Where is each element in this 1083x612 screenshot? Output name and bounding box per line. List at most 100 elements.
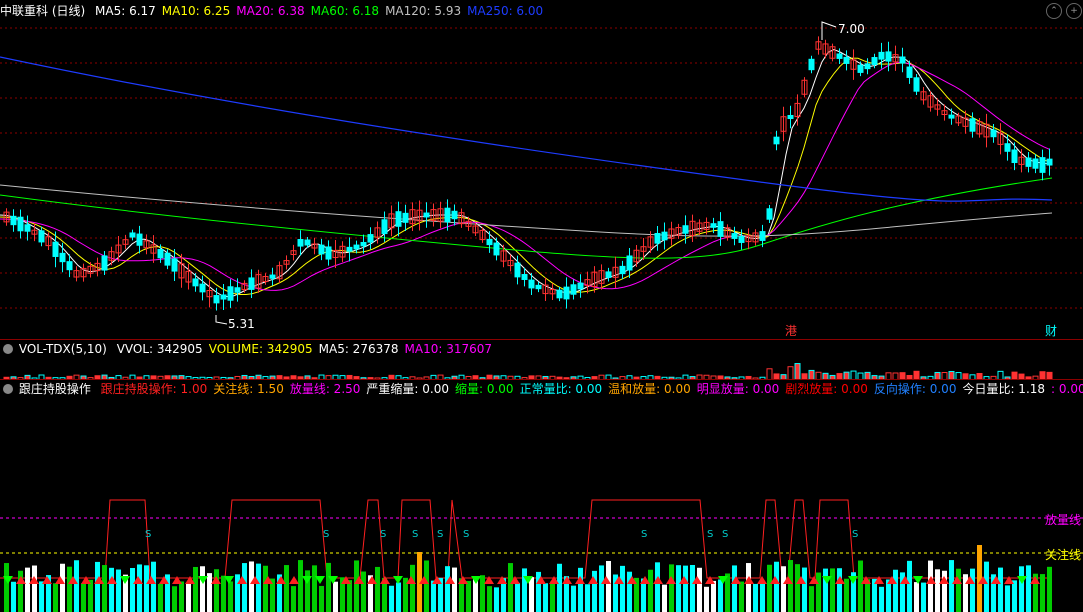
indicator-legend-item: 放量线: 2.50 — [289, 382, 361, 396]
indicator-bar — [200, 566, 205, 612]
candle-body — [360, 241, 367, 247]
candle-body — [66, 261, 73, 271]
indicator-bar — [1005, 585, 1010, 612]
indicator-bar — [116, 569, 121, 612]
indicator-bar — [109, 567, 114, 612]
indicator-bar — [494, 587, 499, 612]
candle-body — [381, 219, 388, 235]
indicator-legend-item: 关注线: 1.50 — [213, 382, 284, 396]
volume-legend-item: MA5: 276378 — [318, 342, 399, 356]
indicator-bar — [25, 567, 30, 612]
buy-arrow-icon — [575, 576, 585, 584]
candle-body — [52, 241, 59, 257]
indicator-bar — [557, 563, 562, 612]
indicator-bar — [529, 577, 534, 612]
price-chart-panel[interactable]: 7.00 5.31 港 财 中联重科 (日线) MA5: 6.17 MA10: 6.25… — [0, 0, 1083, 338]
candle-body — [857, 64, 864, 73]
high-price-label: 7.00 — [838, 22, 865, 36]
indicator-bar — [375, 566, 380, 612]
candle-body — [227, 286, 234, 301]
indicator-bar — [466, 580, 471, 612]
candle-body — [171, 258, 178, 272]
expand-icon[interactable]: + — [1066, 3, 1082, 19]
candle-body — [535, 284, 542, 290]
candle-body — [451, 210, 458, 220]
candle-body — [395, 211, 402, 227]
s-marker: S — [707, 529, 713, 540]
candle-body — [605, 271, 612, 278]
indicator-bar — [263, 565, 268, 612]
buy-arrow-icon — [744, 576, 754, 584]
candle-body — [157, 249, 164, 259]
indicator-legend-item: 明显放量: 0.00 — [696, 382, 780, 396]
buy-arrow-icon — [172, 576, 182, 584]
candle-body — [353, 244, 360, 250]
candle-body — [738, 236, 745, 243]
candle-body — [878, 51, 885, 60]
candle-body — [444, 207, 451, 223]
indicator-bar — [956, 568, 961, 612]
sell-arrow-icon — [120, 576, 130, 584]
volume-legend-item: VOLUME: 342905 — [208, 342, 313, 356]
indicator-bar — [487, 586, 492, 612]
s-marker: S — [380, 529, 386, 540]
indicator-menu-icon[interactable] — [3, 344, 13, 354]
indicator-bar — [669, 564, 674, 612]
indicator-bar — [802, 567, 807, 612]
s-marker: S — [722, 529, 728, 540]
candle-body — [493, 242, 500, 256]
indicator-bar — [935, 569, 940, 612]
indicator-bar — [879, 586, 884, 612]
indicator-bar — [599, 565, 604, 612]
indicator-bar — [655, 562, 660, 612]
sell-arrow-icon — [198, 576, 208, 584]
ma-legend: MA5: 6.17 MA10: 6.25 MA20: 6.38 MA60: 6.18 M… — [95, 4, 549, 18]
candle-body — [521, 274, 528, 280]
candle-body — [129, 232, 136, 238]
candlestick-chart[interactable]: 7.00 5.31 港 财 — [0, 0, 1083, 338]
indicator-chart[interactable]: SSSSSSSSSS — [0, 380, 1083, 612]
indicator-bar — [683, 565, 688, 612]
ma-legend-item: MA120: 5.93 — [385, 4, 462, 18]
indicator-panel[interactable]: SSSSSSSSSS 跟庄持股操作 跟庄持股操作: 1.00 关注线: 1.50 放… — [0, 380, 1083, 612]
indicator-bar — [543, 583, 548, 612]
high-marker — [821, 21, 837, 40]
candle-body — [1004, 143, 1011, 152]
volume-panel[interactable]: VOL-TDX(5,10) VVOL: 342905 VOLUME: 342905… — [0, 340, 1083, 380]
candle-body — [318, 244, 325, 255]
indicator-bar — [886, 579, 891, 612]
indicator-bar — [207, 573, 212, 612]
s-marker: S — [437, 529, 443, 540]
indicator-title: 跟庄持股操作 — [18, 382, 91, 396]
event-tag-hk: 港 — [785, 324, 797, 338]
indicator-bar — [893, 569, 898, 612]
indicator-menu-icon[interactable] — [3, 384, 13, 394]
indicator-bar — [823, 568, 828, 612]
indicator-bar — [1047, 566, 1052, 612]
indicator-bar — [977, 545, 982, 612]
candle-body — [346, 246, 353, 252]
collapse-icon[interactable]: ⌃ — [1046, 3, 1062, 19]
indicator-bar — [760, 583, 765, 612]
candle-body — [423, 212, 430, 218]
candle-body — [220, 294, 227, 300]
volume-bar — [794, 363, 801, 380]
buy-arrow-icon — [289, 576, 299, 584]
buy-arrow-icon — [380, 576, 390, 584]
indicator-bar — [242, 563, 247, 612]
indicator-legend-item: 缩量: 0.00 — [454, 382, 514, 396]
indicator-bar — [53, 583, 58, 612]
candle-body — [486, 238, 493, 246]
candle-body — [1046, 158, 1053, 166]
indicator-legend-item: 跟庄持股操作: 1.00 — [100, 382, 208, 396]
operation-step-line — [0, 499, 1052, 579]
candle-body — [59, 252, 66, 263]
buy-arrow-icon — [757, 576, 767, 584]
indicator-bar — [928, 560, 933, 612]
volume-legend-item: MA10: 317607 — [404, 342, 493, 356]
indicator-bar — [550, 581, 555, 612]
indicator-bar — [753, 583, 758, 612]
s-marker: S — [852, 529, 858, 540]
volume-legend: VVOL: 342905 VOLUME: 342905 MA5: 276378 MA1… — [117, 342, 498, 356]
candle-body — [710, 223, 717, 228]
